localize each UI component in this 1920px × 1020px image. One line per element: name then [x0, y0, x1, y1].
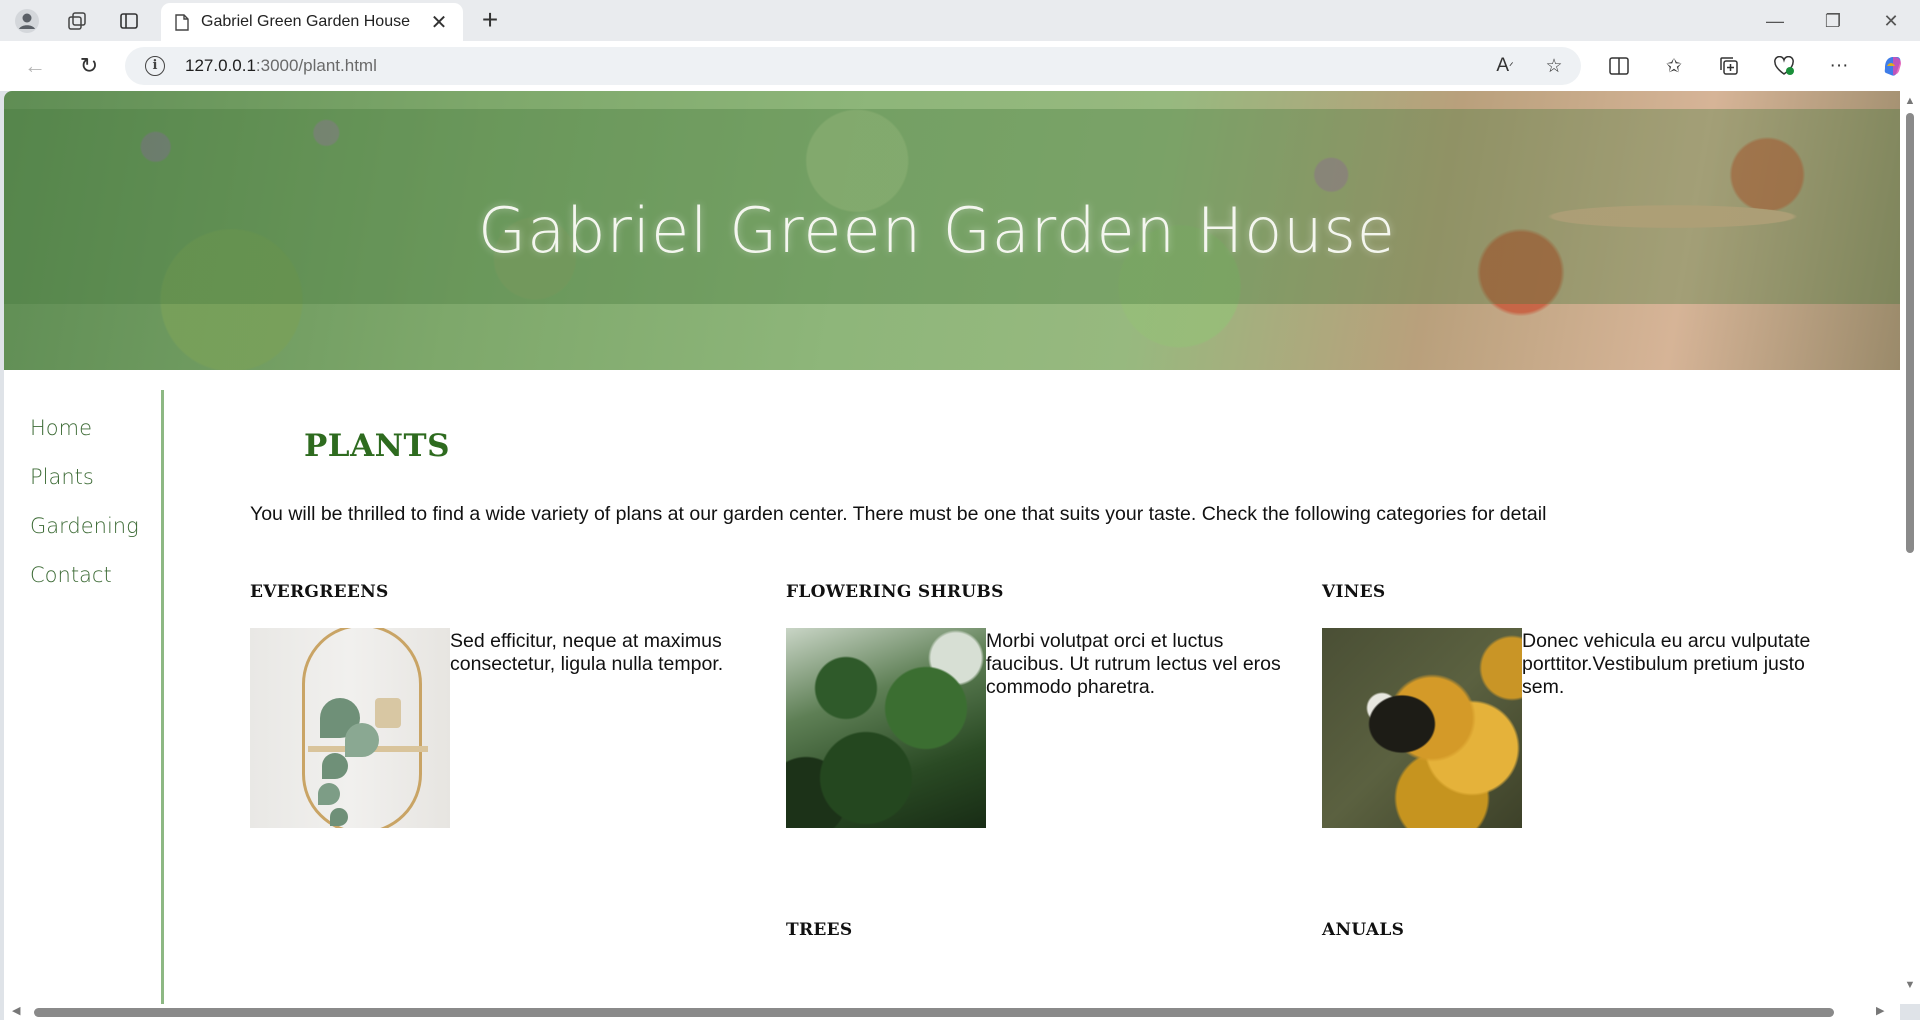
category-evergreens: EVERGREENS Sed efficitur, neque at maxim…: [250, 582, 750, 828]
category-description: Morbi volutpat orci et luctus faucibus. …: [986, 630, 1281, 698]
site-info-icon[interactable]: i: [145, 56, 165, 76]
scroll-down-arrow[interactable]: ▼: [1904, 979, 1916, 991]
scroll-left-arrow[interactable]: ◀: [12, 1004, 20, 1017]
close-window-icon[interactable]: ✕: [1868, 6, 1914, 36]
profile-icon[interactable]: [8, 7, 46, 35]
category-anuals: ANUALS: [1322, 920, 1822, 940]
page-title: PLANTS: [304, 428, 450, 464]
category-heading: EVERGREENS: [250, 582, 389, 602]
category-heading: VINES: [1322, 582, 1386, 602]
category-heading: ANUALS: [1322, 920, 1405, 940]
browser-essentials-icon[interactable]: [1765, 47, 1803, 85]
more-options-icon[interactable]: ···: [1820, 47, 1858, 85]
workspaces-icon[interactable]: [58, 7, 96, 35]
browser-tab-bar: Gabriel Green Garden House ✕ + — ❐ ✕: [0, 0, 1920, 41]
page-viewport: Gabriel Green Garden House Home Plants G…: [4, 91, 1900, 1004]
new-tab-button[interactable]: +: [474, 6, 506, 36]
category-description: Donec vehicula eu arcu vulputate porttit…: [1522, 630, 1811, 698]
browser-toolbar: ← ↻ i 127.0.0.1:3000/plant.html Aᐟ ☆ ✩ ·…: [0, 41, 1920, 91]
site-title: Gabriel Green Garden House: [478, 194, 1396, 267]
favorites-icon[interactable]: ✩: [1655, 47, 1693, 85]
intro-text: You will be thrilled to find a wide vari…: [250, 503, 1547, 525]
active-tab[interactable]: Gabriel Green Garden House ✕: [161, 3, 463, 41]
page-icon: [175, 13, 189, 31]
header-banner: Gabriel Green Garden House: [4, 91, 1900, 370]
flowering-shrubs-image: [786, 628, 986, 828]
url-text[interactable]: 127.0.0.1:3000/plant.html: [185, 56, 377, 76]
nav-gardening[interactable]: Gardening: [30, 502, 161, 551]
evergreens-image: [250, 628, 450, 828]
close-tab-icon[interactable]: ✕: [425, 10, 453, 35]
collections-icon[interactable]: [1710, 47, 1748, 85]
nav-plants[interactable]: Plants: [30, 453, 161, 502]
nav-contact[interactable]: Contact: [30, 551, 161, 600]
category-description: Sed efficitur, neque at maximus consecte…: [450, 630, 724, 675]
scroll-right-arrow[interactable]: ▶: [1876, 1004, 1884, 1017]
category-heading: FLOWERING SHRUBS: [786, 582, 1004, 602]
vines-image: [1322, 628, 1522, 828]
category-trees: TREES: [786, 920, 1286, 940]
horizontal-scroll-thumb[interactable]: [34, 1008, 1834, 1017]
side-navigation: Home Plants Gardening Contact: [4, 390, 164, 1004]
tab-actions-icon[interactable]: [110, 7, 148, 35]
read-aloud-icon[interactable]: Aᐟ: [1486, 47, 1524, 85]
vertical-scroll-thumb[interactable]: [1906, 113, 1914, 553]
address-bar[interactable]: i 127.0.0.1:3000/plant.html: [125, 47, 1581, 85]
category-flowering-shrubs: FLOWERING SHRUBS Morbi volutpat orci et …: [786, 582, 1286, 828]
restore-icon[interactable]: ❐: [1810, 6, 1856, 36]
copilot-icon[interactable]: [1874, 47, 1912, 85]
category-vines: VINES Donec vehicula eu arcu vulputate p…: [1322, 582, 1822, 828]
reload-button[interactable]: ↻: [70, 49, 108, 83]
scroll-up-arrow[interactable]: ▲: [1904, 95, 1916, 107]
nav-home[interactable]: Home: [30, 404, 161, 453]
vertical-scrollbar[interactable]: ▲ ▼: [1900, 91, 1920, 1004]
tab-title: Gabriel Green Garden House: [201, 13, 410, 30]
split-screen-icon[interactable]: [1600, 47, 1638, 85]
favorite-star-icon[interactable]: ☆: [1535, 47, 1573, 85]
horizontal-scrollbar[interactable]: ◀ ▶: [4, 1004, 1900, 1020]
category-heading: TREES: [786, 920, 853, 940]
back-button[interactable]: ←: [16, 49, 54, 83]
minimize-icon[interactable]: —: [1752, 6, 1798, 36]
